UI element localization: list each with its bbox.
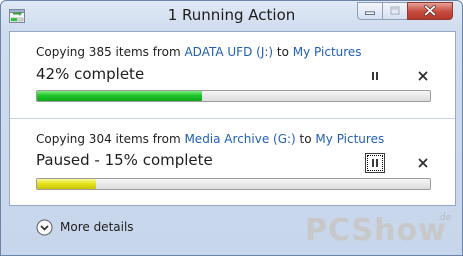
close-icon — [418, 71, 428, 81]
operation-status: Paused - 15% complete — [36, 151, 213, 169]
pause-button[interactable] — [365, 66, 385, 86]
watermark-suffix: .de — [437, 213, 452, 223]
pause-icon-bar — [376, 159, 378, 167]
description-prefix: Copying 304 items from — [36, 132, 185, 146]
cancel-operation-button[interactable] — [414, 154, 432, 172]
close-icon — [424, 5, 436, 17]
pause-icon-bar — [376, 72, 378, 80]
pause-icon — [372, 159, 374, 167]
cancel-operation-button[interactable] — [414, 67, 432, 85]
progress-fill — [37, 91, 203, 101]
close-icon — [418, 158, 428, 168]
watermark-text: PCShow — [305, 213, 447, 248]
progress-bar — [36, 178, 431, 190]
operation-description: Copying 304 items from Media Archive (G:… — [36, 132, 384, 146]
more-details-label: More details — [60, 220, 134, 234]
close-window-button[interactable] — [407, 2, 453, 20]
progress-fill — [37, 179, 96, 189]
operation-status: 42% complete — [36, 65, 145, 83]
title-bar[interactable]: 1 Running Action — [1, 1, 462, 31]
operation-description: Copying 385 items from ADATA UFD (J:) to… — [36, 45, 362, 59]
watermark-logo: PCShow .de — [305, 213, 455, 253]
minimize-button[interactable] — [357, 2, 383, 20]
maximize-icon — [390, 6, 400, 15]
destination-link[interactable]: My Pictures — [293, 45, 362, 59]
description-prefix: Copying 385 items from — [36, 45, 185, 59]
description-mid: to — [273, 45, 293, 59]
operations-panel: Copying 385 items from ADATA UFD (J:) to… — [9, 31, 456, 206]
destination-link[interactable]: My Pictures — [315, 132, 384, 146]
maximize-button[interactable] — [382, 2, 408, 20]
pause-icon — [372, 72, 374, 80]
minimize-icon — [365, 11, 375, 15]
copy-operation-1: Copying 385 items from ADATA UFD (J:) to… — [10, 32, 455, 118]
chevron-down-icon — [36, 219, 53, 236]
progress-bar — [36, 90, 431, 102]
file-operation-window: 1 Running Action Copying 385 items from … — [0, 0, 463, 256]
copy-operation-2: Copying 304 items from Media Archive (G:… — [10, 118, 455, 205]
resume-button[interactable] — [365, 153, 385, 173]
description-mid: to — [295, 132, 316, 146]
source-link[interactable]: ADATA UFD (J:) — [184, 45, 273, 59]
source-link[interactable]: Media Archive (G:) — [184, 132, 295, 146]
